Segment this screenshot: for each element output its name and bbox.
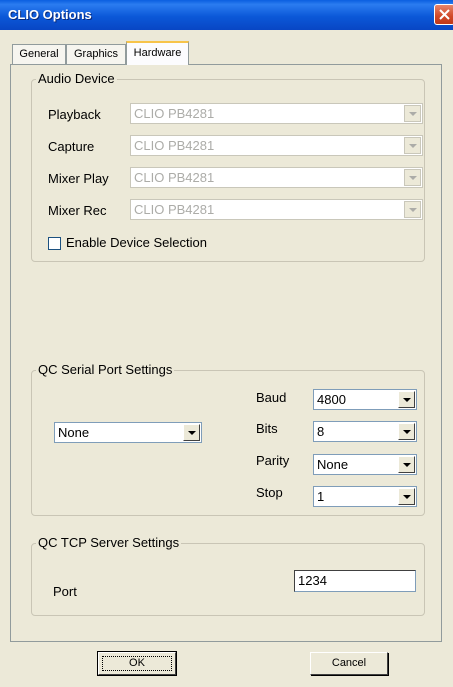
close-button[interactable] <box>434 4 453 25</box>
mixer-play-label: Mixer Play <box>48 171 109 186</box>
parity-value: None <box>317 457 349 472</box>
cancel-button-label: Cancel <box>331 657 367 669</box>
stop-select[interactable]: 1 <box>313 486 417 507</box>
bits-label: Bits <box>256 421 278 436</box>
baud-label: Baud <box>256 390 287 405</box>
parity-label: Parity <box>256 453 290 468</box>
enable-device-selection-label[interactable]: Enable Device Selection <box>66 235 207 250</box>
serial-port-dropdown-button[interactable] <box>183 424 200 441</box>
chevron-down-icon <box>409 144 417 148</box>
capture-label: Capture <box>48 139 95 154</box>
chevron-down-icon <box>403 463 411 467</box>
tab-graphics-label: Graphics <box>73 48 119 60</box>
tab-hardware-label: Hardware <box>133 47 182 59</box>
chevron-down-icon <box>403 398 411 402</box>
mixer-play-dropdown-button[interactable] <box>404 169 421 186</box>
audio-device-legend: Audio Device <box>36 71 117 86</box>
ok-button[interactable]: OK <box>97 651 177 676</box>
stop-label: Stop <box>256 485 283 500</box>
hardware-panel: Audio Device Playback CLIO PB4281 Captur… <box>10 64 442 642</box>
bits-value: 8 <box>317 424 325 439</box>
dialog-window: CLIO Options General Graphics Hardware A… <box>0 0 453 687</box>
parity-select[interactable]: None <box>313 454 417 475</box>
tcp-port-label: Port <box>53 584 77 599</box>
capture-dropdown-button[interactable] <box>404 137 421 154</box>
mixer-rec-select[interactable]: CLIO PB4281 <box>130 199 423 220</box>
qc-serial-legend: QC Serial Port Settings <box>36 362 175 377</box>
tab-hardware[interactable]: Hardware <box>126 41 189 65</box>
baud-value: 4800 <box>317 392 346 407</box>
ok-button-label: OK <box>129 657 145 669</box>
tab-graphics[interactable]: Graphics <box>66 44 126 64</box>
close-icon <box>439 9 450 20</box>
tcp-port-input[interactable]: 1234 <box>294 570 416 592</box>
mixer-play-select[interactable]: CLIO PB4281 <box>130 167 423 188</box>
chevron-down-icon <box>409 112 417 116</box>
bits-dropdown-button[interactable] <box>398 423 415 440</box>
playback-label: Playback <box>48 107 101 122</box>
tab-general[interactable]: General <box>12 44 66 64</box>
tcp-port-value: 1234 <box>298 573 327 588</box>
bits-select[interactable]: 8 <box>313 421 417 442</box>
stop-value: 1 <box>317 489 325 504</box>
enable-device-selection-checkbox[interactable] <box>48 237 61 250</box>
baud-select[interactable]: 4800 <box>313 389 417 410</box>
chevron-down-icon <box>403 430 411 434</box>
serial-port-value: None <box>58 425 90 440</box>
mixer-rec-label: Mixer Rec <box>48 203 107 218</box>
playback-dropdown-button[interactable] <box>404 105 421 122</box>
serial-port-select[interactable]: None <box>54 422 202 443</box>
playback-value: CLIO PB4281 <box>134 106 215 121</box>
chevron-down-icon <box>403 495 411 499</box>
capture-select[interactable]: CLIO PB4281 <box>130 135 423 156</box>
stop-dropdown-button[interactable] <box>398 488 415 505</box>
mixer-play-value: CLIO PB4281 <box>134 170 215 185</box>
tab-general-label: General <box>19 48 59 60</box>
cancel-button[interactable]: Cancel <box>310 652 388 675</box>
window-title: CLIO Options <box>8 7 92 22</box>
mixer-rec-value: CLIO PB4281 <box>134 202 215 217</box>
chevron-down-icon <box>409 208 417 212</box>
mixer-rec-dropdown-button[interactable] <box>404 201 421 218</box>
playback-select[interactable]: CLIO PB4281 <box>130 103 423 124</box>
parity-dropdown-button[interactable] <box>398 456 415 473</box>
chevron-down-icon <box>409 176 417 180</box>
capture-value: CLIO PB4281 <box>134 138 215 153</box>
chevron-down-icon <box>188 431 196 435</box>
baud-dropdown-button[interactable] <box>398 391 415 408</box>
title-bar[interactable]: CLIO Options <box>0 0 453 30</box>
qc-tcp-legend: QC TCP Server Settings <box>36 535 182 550</box>
